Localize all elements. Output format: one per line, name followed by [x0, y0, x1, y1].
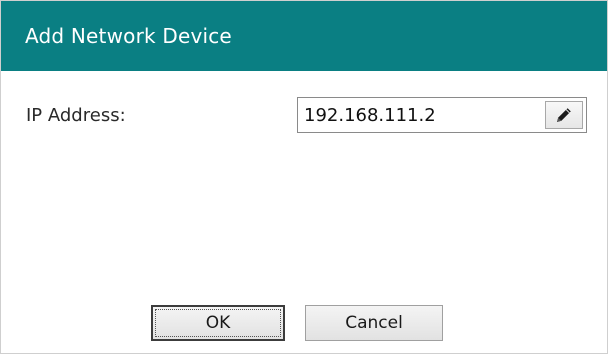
dialog-title: Add Network Device	[25, 24, 232, 48]
dialog-titlebar: Add Network Device	[1, 1, 607, 71]
cancel-button[interactable]: Cancel	[305, 305, 443, 341]
ip-address-field	[297, 97, 587, 133]
add-network-device-dialog: Add Network Device IP Address: OK Cancel	[0, 0, 608, 354]
ip-address-input[interactable]	[298, 98, 538, 132]
pencil-icon	[557, 108, 571, 122]
edit-ip-button[interactable]	[545, 101, 583, 129]
ip-address-label: IP Address:	[26, 105, 126, 126]
ok-button[interactable]: OK	[151, 305, 285, 341]
